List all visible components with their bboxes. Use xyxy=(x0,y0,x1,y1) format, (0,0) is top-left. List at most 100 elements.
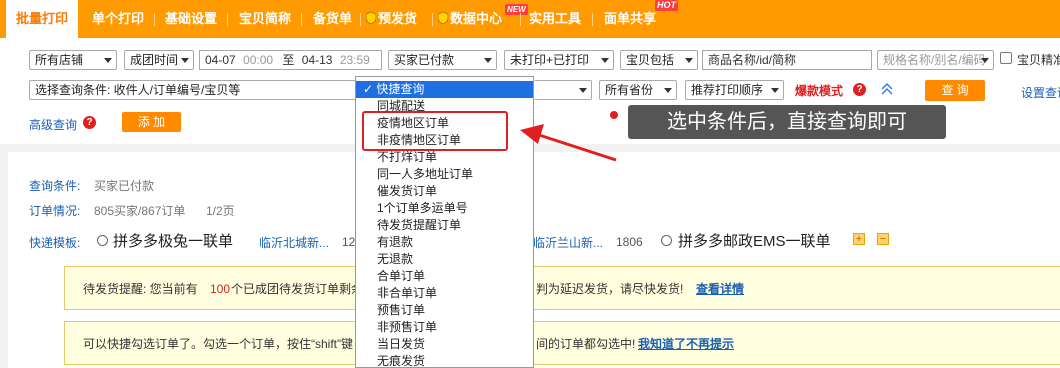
top-nav: 批量打印 单个打印 基础设置 宝贝简称 备货单 预发货 数据中心 NEW 实用工… xyxy=(0,0,1060,38)
tab-batch-print[interactable]: 批量打印 xyxy=(6,0,78,38)
double-chevron-up-icon[interactable] xyxy=(880,82,894,96)
nav-divider xyxy=(227,13,228,26)
template-label: 快递模板: xyxy=(29,236,81,250)
nav-divider xyxy=(520,13,521,26)
template-radio[interactable] xyxy=(661,235,672,246)
dropdown-option[interactable]: 无退款 xyxy=(356,251,533,268)
quick-query-select-tail[interactable] xyxy=(534,80,592,100)
dropdown-option[interactable]: 不打烊订单 xyxy=(356,149,533,166)
dropdown-option[interactable]: 1个订单多运单号 xyxy=(356,200,533,217)
notice-text: 可以快捷勾选订单了。勾选一个订单，按住“shift”键 xyxy=(83,337,354,351)
dropdown-option[interactable]: 待发货提醒订单 xyxy=(356,217,533,234)
tab-stock-list[interactable]: 备货单 xyxy=(313,0,352,38)
notice-tail: 间的订单都勾选中! xyxy=(536,337,636,351)
help-icon[interactable]: ? xyxy=(83,116,96,129)
dropdown-option[interactable]: 预售订单 xyxy=(356,302,533,319)
chevron-down-icon xyxy=(601,58,609,63)
query-button[interactable]: 查 询 xyxy=(925,80,985,101)
minus-icon[interactable]: − xyxy=(877,233,889,245)
pending-ship-notice: 待发货提醒: 您当前有 100 个已成团待发货订单剩余 判为延迟发货，请尽快发货… xyxy=(64,266,1060,310)
add-button[interactable]: 添 加 xyxy=(122,112,181,132)
tab-basic-settings[interactable]: 基础设置 xyxy=(165,0,217,38)
tab-item-alias[interactable]: 宝贝简称 xyxy=(239,0,291,38)
template-sender: 临沂北城新... xyxy=(259,236,330,250)
chevron-down-icon xyxy=(484,58,492,63)
order-status-select[interactable]: 买家已付款 xyxy=(388,50,497,70)
query-condition-value: 买家已付款 xyxy=(94,179,155,193)
dropdown-option[interactable]: 同一人多地址订单 xyxy=(356,166,533,183)
sku-search-select[interactable]: 规格名称/别名/编码 xyxy=(877,50,994,70)
select-value: 买家已付款 xyxy=(394,53,455,67)
plus-icon[interactable]: + xyxy=(853,233,865,245)
nav-divider xyxy=(154,13,155,26)
notice-prefix: 待发货提醒: 您当前有 xyxy=(83,282,198,296)
dropdown-option[interactable]: 非合单订单 xyxy=(356,285,533,302)
tab-label: 单个打印 xyxy=(92,11,145,26)
dropdown-option[interactable]: 无痕发货 xyxy=(356,353,533,367)
settings-query-link[interactable]: 设置查询 xyxy=(1021,84,1060,101)
province-select[interactable]: 所有省份 xyxy=(599,80,677,100)
tab-label: 批量打印 xyxy=(15,11,68,26)
advanced-query-link[interactable]: 高级查询 xyxy=(29,116,77,133)
select-value: 宝贝包括 xyxy=(626,53,675,67)
dropdown-option-selected[interactable]: ✓ 快捷查询 xyxy=(356,81,533,98)
hint-tooltip: 选中条件后，直接查询即可 xyxy=(628,105,946,139)
chevron-down-icon xyxy=(981,58,989,63)
print-status-select[interactable]: 未打印+已打印 xyxy=(504,50,614,70)
notice-tail: 判为延迟发货，请尽快发货! xyxy=(536,282,684,296)
nav-divider xyxy=(301,13,302,26)
query-condition-select[interactable]: 选择查询条件: 收件人/订单编号/宝贝等 xyxy=(29,80,359,100)
tab-data-center[interactable]: 数据中心 xyxy=(438,0,502,38)
item-search-input[interactable]: 商品名称/id/简称 xyxy=(702,50,872,70)
tab-tools[interactable]: 实用工具 xyxy=(529,0,581,38)
highlight-box xyxy=(362,111,508,151)
shop-select[interactable]: 所有店铺 xyxy=(29,50,117,70)
chevron-down-icon xyxy=(579,88,587,93)
dropdown-option[interactable]: 合单订单 xyxy=(356,268,533,285)
dropdown-option[interactable]: 有退款 xyxy=(356,234,533,251)
shield-icon xyxy=(366,12,376,24)
tab-label: 宝贝简称 xyxy=(239,11,292,26)
shield-icon xyxy=(438,12,448,24)
page-indicator: 1/2页 xyxy=(206,204,235,218)
print-order-select[interactable]: 推荐打印顺序 xyxy=(685,80,784,100)
select-value: 所有店铺 xyxy=(35,53,84,67)
chevron-down-icon xyxy=(685,58,693,63)
date-from: 04-07 xyxy=(205,53,236,67)
range-separator: 至 xyxy=(282,53,295,67)
dismiss-link[interactable]: 我知道了不再提示 xyxy=(638,322,734,366)
time-to: 23:59 xyxy=(339,53,370,67)
chevron-down-icon xyxy=(181,58,189,63)
template-sender: 临沂兰山新... xyxy=(533,236,604,250)
tab-label: 预发货 xyxy=(378,11,418,26)
select-value: 选择查询条件: 收件人/订单编号/宝贝等 xyxy=(35,83,241,97)
query-condition-label: 查询条件: xyxy=(29,179,81,193)
template-count: 12 xyxy=(342,235,356,249)
tab-label: 面单共享 xyxy=(604,11,657,26)
nav-divider xyxy=(592,13,593,26)
tab-pre-ship[interactable]: 预发货 xyxy=(366,0,417,38)
hot-badge: HOT xyxy=(655,0,678,11)
hot-mode-link[interactable]: 爆款模式 xyxy=(795,82,843,99)
chevron-down-icon xyxy=(771,88,779,93)
select-value: 所有省份 xyxy=(605,83,654,97)
exact-match-label: 宝贝精准 xyxy=(1017,53,1060,67)
tab-single-print[interactable]: 单个打印 xyxy=(92,0,144,38)
tab-waybill-share[interactable]: 面单共享 xyxy=(604,0,656,38)
dropdown-option[interactable]: 催发货订单 xyxy=(356,183,533,200)
time-type-select[interactable]: 成团时间 xyxy=(124,50,194,70)
date-to: 04-13 xyxy=(301,53,333,67)
help-icon[interactable]: ? xyxy=(853,83,866,96)
nav-divider xyxy=(360,13,361,26)
dropdown-option[interactable]: 当日发货 xyxy=(356,336,533,353)
tab-label: 数据中心 xyxy=(450,11,503,26)
chevron-down-icon xyxy=(664,88,672,93)
template-radio[interactable] xyxy=(97,235,108,246)
dropdown-option[interactable]: 非预售订单 xyxy=(356,319,533,336)
tab-label: 实用工具 xyxy=(529,11,582,26)
exact-match-checkbox[interactable] xyxy=(1000,52,1012,64)
new-badge: NEW xyxy=(505,4,528,15)
item-contains-select[interactable]: 宝贝包括 xyxy=(620,50,698,70)
view-details-link[interactable]: 查看详情 xyxy=(696,267,744,311)
date-range-input[interactable]: 04-07 00:00 至 04-13 23:59 xyxy=(199,50,382,70)
